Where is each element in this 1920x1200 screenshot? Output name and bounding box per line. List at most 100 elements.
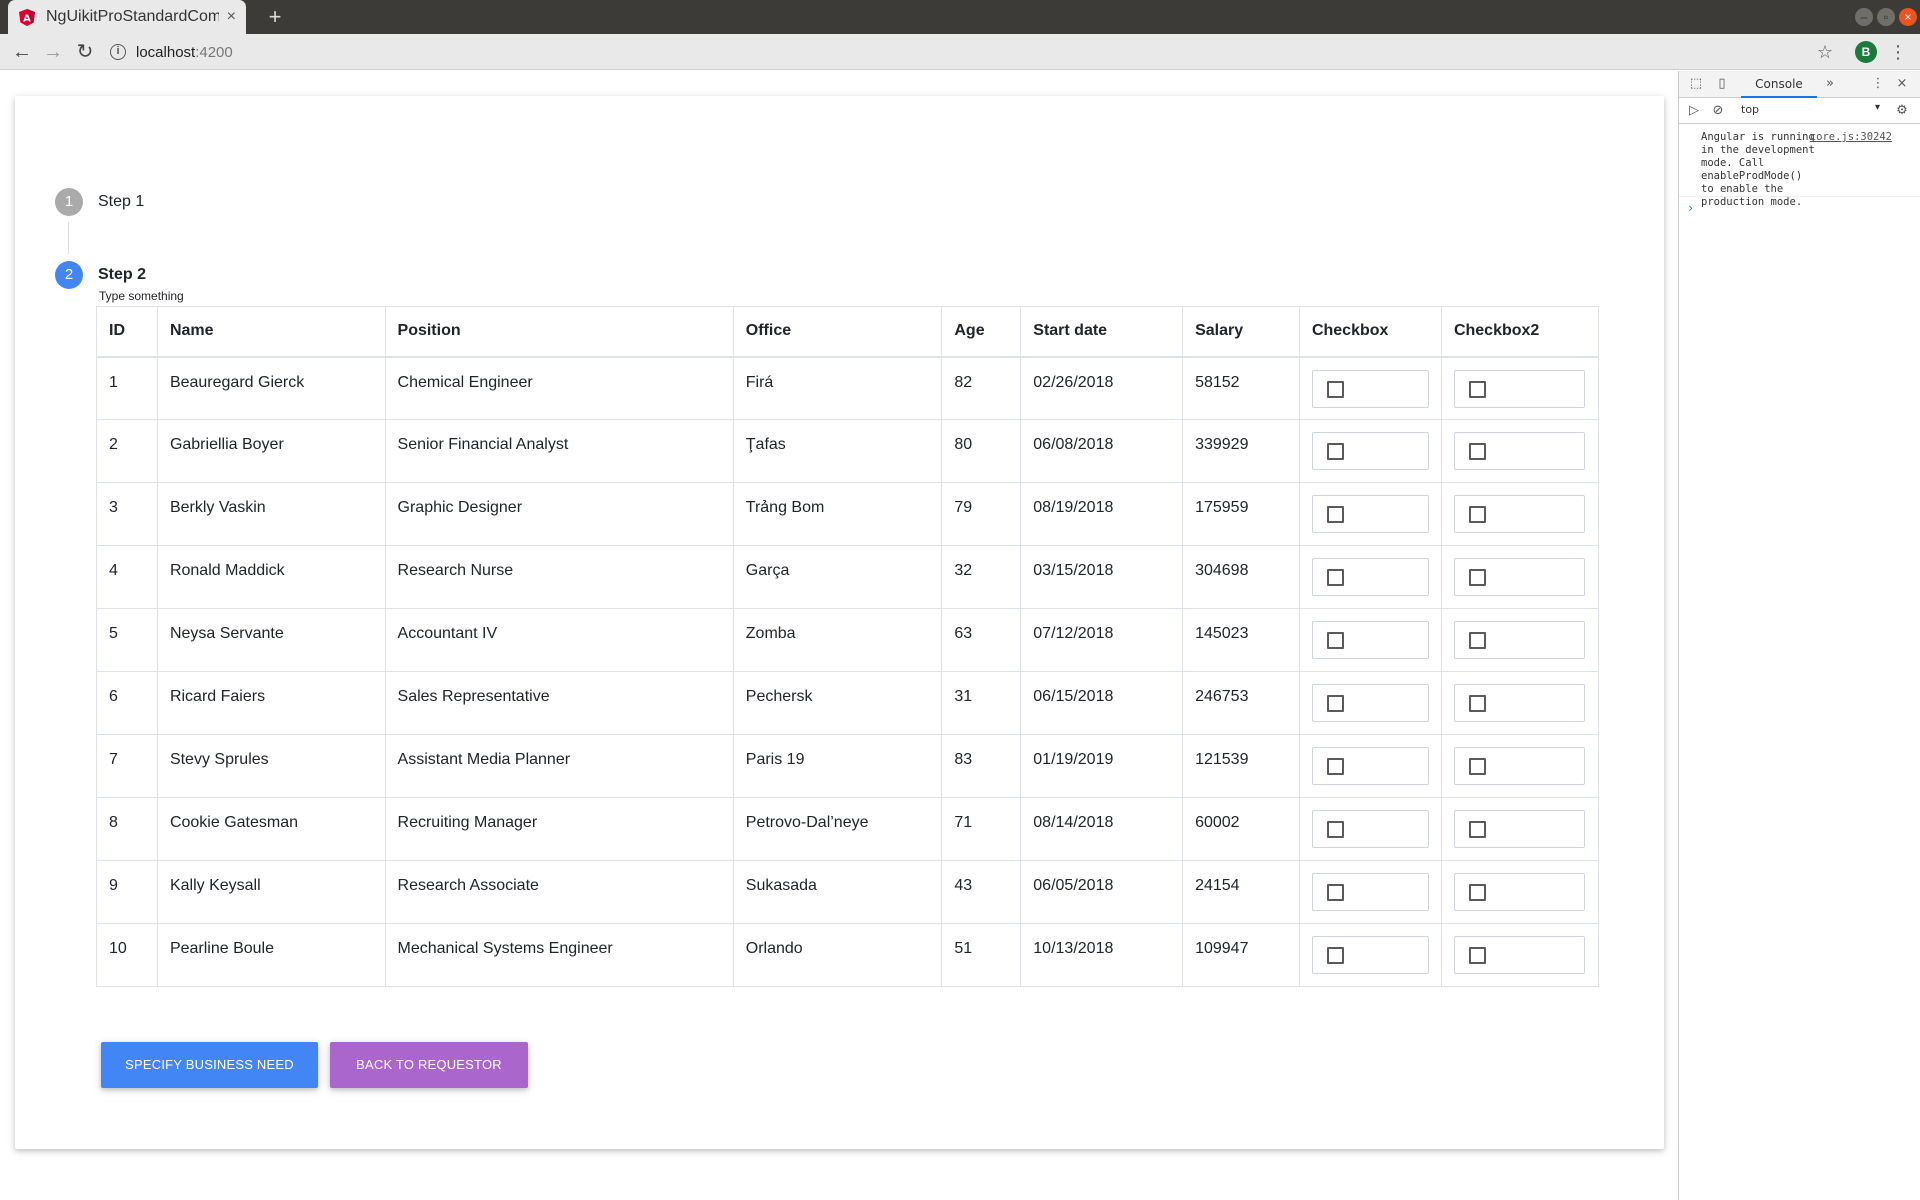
tab-console[interactable]: Console [1741,71,1817,98]
position-cell: Mechanical Systems Engineer [384,923,734,987]
gear-icon[interactable]: ⚙ [1893,102,1911,120]
office-cell: Zomba [732,608,943,672]
step-connector [68,222,69,254]
specify-business-need-button[interactable]: Specify business need [101,1042,318,1088]
checkbox2[interactable] [1468,695,1486,712]
checkbox-container [1311,810,1429,848]
checkbox2[interactable] [1468,569,1486,586]
sidebar-toggle-icon[interactable]: ▷ [1685,102,1703,120]
context-selector[interactable]: top [1741,103,1759,116]
checkbox-cell [1298,356,1442,420]
address-bar[interactable]: i localhost:4200 [110,39,1810,65]
checkbox[interactable] [1326,569,1344,586]
back-arrow-icon[interactable]: ← [9,39,35,65]
table-row: 3 Berkly Vaskin Graphic Designer Trảng Bom 7… [96,482,1600,546]
chevron-down-icon[interactable]: ▾ [1875,102,1880,113]
id-cell: 5 [96,608,158,672]
kebab-menu-icon[interactable]: ⋮ [1888,39,1908,65]
minimize-icon[interactable]: – [1855,8,1873,26]
id-cell: 6 [96,671,158,735]
checkbox[interactable] [1326,821,1344,838]
position-cell: Senior Financial Analyst [384,419,734,483]
checkbox[interactable] [1326,632,1344,649]
salary-cell: 175959 [1182,482,1300,546]
checkbox-container [1311,369,1429,408]
more-tabs-icon[interactable]: » [1821,75,1839,93]
checkbox-container [1311,936,1429,974]
checkbox2[interactable] [1468,947,1486,964]
table-header-row: ID Name Position Office Age Start date S… [96,306,1600,358]
device-toolbar-icon[interactable]: ▯ [1713,75,1731,93]
salary-cell: 304698 [1182,545,1300,609]
office-cell: Petrovo-Dal’neye [732,797,943,861]
checkbox2-cell [1440,419,1600,483]
maximize-icon[interactable]: ▫ [1877,8,1895,26]
id-cell: 7 [96,734,158,798]
star-icon[interactable]: ☆ [1812,39,1838,65]
checkbox2-cell [1440,545,1600,609]
inspect-element-icon[interactable]: ⬚ [1687,75,1705,93]
checkbox2[interactable] [1468,884,1486,901]
salary-cell: 121539 [1182,734,1300,798]
tab-title: NgUikitProStandardCom [46,8,219,25]
checkbox-container [1311,558,1429,596]
checkbox[interactable] [1326,695,1344,712]
id-cell: 1 [96,356,158,420]
info-icon[interactable]: i [110,44,126,60]
checkbox2[interactable] [1468,632,1486,649]
devtools-close-icon[interactable]: × [1893,75,1911,93]
age-cell: 31 [941,671,1022,735]
start-date-cell: 08/19/2018 [1020,482,1184,546]
office-cell: Pechersk [732,671,943,735]
console-source-link[interactable]: core.js:30242 [1810,131,1892,144]
checkbox2[interactable] [1468,506,1486,523]
window-close-icon[interactable]: × [1899,8,1917,26]
avatar[interactable]: B [1855,41,1877,63]
checkbox[interactable] [1326,884,1344,901]
step-2-label[interactable]: Step 2 [98,266,146,284]
checkbox[interactable] [1326,506,1344,523]
salary-cell: 109947 [1182,923,1300,987]
id-cell: 4 [96,545,158,609]
forward-arrow-icon[interactable]: → [40,39,66,65]
header-checkbox: Checkbox [1298,306,1442,358]
clear-console-icon[interactable]: ⊘ [1709,102,1727,120]
reload-icon[interactable]: ↻ [72,39,98,65]
step-2-circle[interactable]: 2 [55,261,83,289]
devtools-menu-icon[interactable]: ⋮ [1869,75,1887,93]
checkbox[interactable] [1326,758,1344,775]
name-cell: Kally Keysall [156,860,386,924]
back-to-requestor-button[interactable]: Back to requestor [330,1042,528,1088]
position-cell: Assistant Media Planner [384,734,734,798]
header-salary: Salary [1182,306,1300,358]
step-1-circle[interactable]: 1 [55,188,83,216]
browser-tab[interactable]: A NgUikitProStandardCom × [8,0,246,34]
tab-close-icon[interactable]: × [227,8,236,26]
checkbox2-cell [1440,608,1600,672]
id-cell: 2 [96,419,158,483]
checkbox2[interactable] [1468,380,1486,398]
checkbox-cell [1298,671,1442,735]
checkbox2[interactable] [1468,821,1486,838]
checkbox-cell [1298,923,1442,987]
table-row: 1 Beauregard Gierck Chemical Engineer Firá 8… [96,356,1600,420]
step-1-label[interactable]: Step 1 [98,193,144,211]
checkbox[interactable] [1326,947,1344,964]
devtools-tab-bar: ⬚ ▯ Console » ⋮ × [1679,71,1920,98]
checkbox2[interactable] [1468,758,1486,775]
checkbox[interactable] [1326,380,1344,398]
checkbox-container [1311,495,1429,533]
checkbox2-container [1453,621,1585,659]
new-tab-button[interactable]: + [262,4,288,30]
svg-text:A: A [23,13,31,24]
checkbox-container [1311,621,1429,659]
checkbox2-cell [1440,671,1600,735]
table-row: 7 Stevy Sprules Assistant Media Planner Par… [96,734,1600,798]
office-cell: Garça [732,545,943,609]
angular-icon: A [18,8,36,26]
id-cell: 9 [96,860,158,924]
checkbox[interactable] [1326,443,1344,460]
start-date-cell: 06/08/2018 [1020,419,1184,483]
checkbox2[interactable] [1468,443,1486,460]
office-cell: Paris 19 [732,734,943,798]
